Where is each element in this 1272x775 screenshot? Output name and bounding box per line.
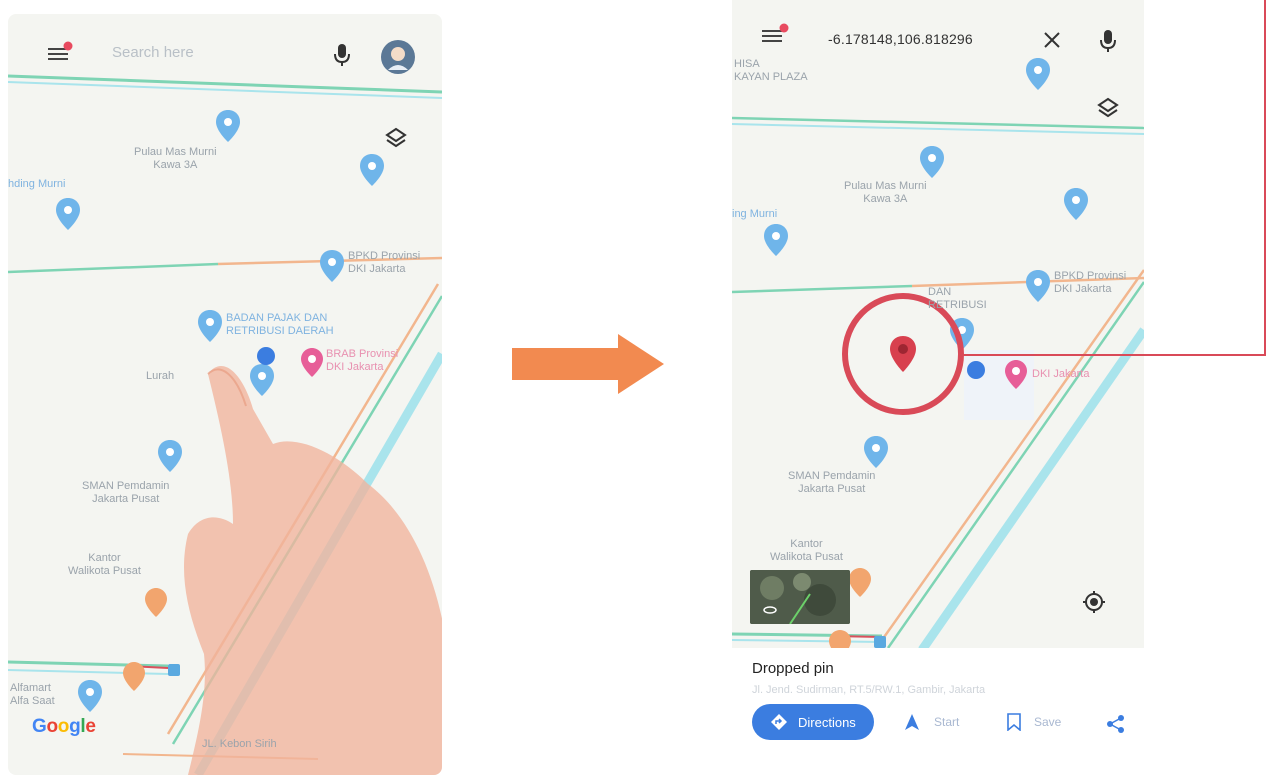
notification-dot <box>779 23 789 33</box>
road <box>8 262 219 274</box>
share-button[interactable] <box>1106 714 1126 734</box>
right-layers-button[interactable] <box>1096 96 1120 120</box>
dropped-pin-address: Jl. Jend. Sudirman, RT.5/RW.1, Gambir, J… <box>752 684 986 696</box>
menu-icon <box>762 23 789 42</box>
current-location-dot <box>257 347 275 365</box>
road <box>732 639 883 643</box>
poi-label: ing Murni <box>732 208 778 220</box>
notification-dot <box>63 41 73 51</box>
avatar[interactable] <box>381 40 415 74</box>
close-button[interactable] <box>1042 30 1062 50</box>
coordinates-search-field[interactable]: -6.178148,106.818296 <box>828 31 973 47</box>
left-mic-button[interactable] <box>332 42 352 68</box>
poi-label: Lurah <box>146 370 175 382</box>
menu-icon <box>48 41 73 60</box>
directions-label: Directions <box>798 714 856 730</box>
mic-icon <box>334 44 350 66</box>
poi-label: Alfamart Alfa Saat <box>10 682 55 707</box>
poi-label: hding Murni <box>8 178 66 190</box>
poi-label: BRAB Provinsi DKI Jakarta <box>326 348 399 373</box>
poi-label: BADAN PAJAK DAN RETRIBUSI DAERAH <box>226 312 334 337</box>
right-mic-button[interactable] <box>1098 28 1118 54</box>
search-input[interactable]: Search here <box>112 44 194 61</box>
left-map-canvas[interactable] <box>8 14 442 775</box>
poi-label: BPKD Provinsi DKI Jakarta <box>1054 270 1127 295</box>
my-location-button[interactable] <box>1082 590 1106 614</box>
satellite-thumbnail[interactable] <box>750 570 850 624</box>
map-pin-icon <box>849 568 871 597</box>
poi-label: DAN RETRIBUSI <box>928 286 987 311</box>
start-label: Start <box>934 715 960 729</box>
poi-label: JL. Kebon Sirih <box>202 738 277 750</box>
right-phone-screen: -6.178148,106.818296 HISA KAYAN PLAZA Pu… <box>732 0 1144 775</box>
start-button[interactable]: Start <box>904 712 974 734</box>
road <box>8 660 169 668</box>
bookmark-icon <box>1007 713 1021 731</box>
share-icon <box>1107 715 1124 733</box>
transit-icon <box>168 664 180 676</box>
poi-label: Kantor Walikota Pusat <box>770 538 843 563</box>
current-location-dot <box>967 361 985 379</box>
right-menu-button[interactable] <box>760 20 790 46</box>
close-icon <box>1044 32 1060 48</box>
poi-label: SMAN Pemdamin Jakarta Pusat <box>82 480 170 505</box>
save-label: Save <box>1034 715 1062 729</box>
poi-label: DKI Jakarta <box>1032 368 1090 380</box>
poi-label: Kantor Walikota Pusat <box>68 552 141 577</box>
satellite-image <box>750 570 850 624</box>
transit-icon <box>874 636 886 648</box>
poi-label: Pulau Mas Murni Kawa 3A <box>134 146 217 171</box>
save-button[interactable]: Save <box>1006 712 1076 734</box>
dropped-pin-title: Dropped pin <box>752 660 834 677</box>
poi-label: Pulau Mas Murni Kawa 3A <box>844 180 927 205</box>
avatar-face <box>388 47 408 70</box>
mic-icon <box>1100 30 1116 52</box>
directions-button[interactable]: Directions <box>752 704 874 740</box>
poi-label: HISA KAYAN PLAZA <box>734 58 808 83</box>
layers-icon <box>1097 97 1119 118</box>
directions-icon <box>771 714 787 730</box>
poi-label: BPKD Provinsi DKI Jakarta <box>348 250 421 275</box>
layers-icon <box>385 127 407 148</box>
left-phone-screen: Search here Pulau Mas Murni Kawa 3A hdin… <box>8 14 442 775</box>
left-layers-button[interactable] <box>384 126 408 150</box>
google-logo: Google <box>32 716 96 737</box>
map-pin-icon <box>123 662 145 691</box>
location-pin-icon[interactable] <box>888 334 918 374</box>
transition-arrow-icon <box>512 334 664 394</box>
map-pin-icon <box>145 588 167 617</box>
my-location-icon <box>1083 591 1105 613</box>
navigate-arrow-icon <box>905 714 919 730</box>
left-menu-button[interactable] <box>46 40 74 66</box>
poi-label: SMAN Pemdamin Jakarta Pusat <box>788 470 876 495</box>
